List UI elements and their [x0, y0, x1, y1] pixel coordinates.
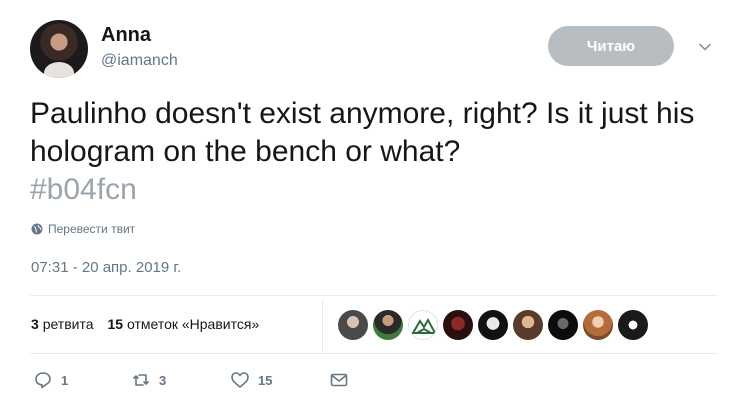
stats-separator [322, 300, 323, 352]
tweet-stats: 3 ретвита 15 отметок «Нравится» [31, 316, 259, 332]
author-name[interactable]: Anna [101, 24, 151, 47]
tweet-body: Paulinho doesn't exist anymore, right? I… [30, 97, 695, 168]
reply-button[interactable]: 1 [33, 370, 131, 390]
likes-count: 15 [107, 316, 124, 332]
retweets-stat[interactable]: 3 ретвита [31, 316, 94, 332]
message-icon [330, 373, 348, 387]
tweet-timestamp[interactable]: 07:31 - 20 апр. 2019 г. [31, 259, 181, 276]
retweet-icon [133, 374, 149, 386]
retweets-count: 3 [31, 316, 39, 332]
like-button[interactable]: 15 [230, 370, 329, 390]
liker-avatar[interactable] [338, 310, 368, 340]
hashtag-link[interactable]: #b04fcn [30, 171, 710, 209]
reply-count: 1 [61, 372, 69, 388]
like-count: 15 [258, 372, 273, 388]
liker-avatar[interactable] [478, 310, 508, 340]
liker-avatar[interactable] [618, 310, 648, 340]
direct-message-button[interactable] [329, 370, 349, 390]
divider-bottom [30, 353, 718, 354]
following-button[interactable]: Читаю [548, 26, 674, 66]
author-avatar[interactable] [30, 20, 88, 78]
liker-avatar[interactable] [443, 310, 473, 340]
retweet-button[interactable]: 3 [131, 370, 230, 390]
liker-avatar[interactable] [583, 310, 613, 340]
likes-stat[interactable]: 15 отметок «Нравится» [108, 316, 260, 332]
liker-avatar[interactable] [373, 310, 403, 340]
chevron-down-icon[interactable] [698, 40, 712, 54]
likers-avatars [338, 310, 648, 340]
liker-avatar[interactable] [548, 310, 578, 340]
retweet-count: 3 [159, 372, 167, 388]
reply-icon [35, 372, 51, 389]
author-handle[interactable]: @iamanch [101, 52, 178, 70]
translate-label[interactable]: Перевести твит [48, 222, 135, 236]
tweet-text: Paulinho doesn't exist anymore, right? I… [30, 95, 710, 209]
liker-avatar[interactable] [513, 310, 543, 340]
retweets-label: ретвита [42, 316, 94, 332]
tweet-actions: 1 3 15 [33, 370, 349, 390]
liker-avatar[interactable] [408, 310, 438, 340]
heart-icon [231, 372, 249, 388]
divider-top [30, 295, 718, 296]
globe-icon [31, 223, 43, 235]
likes-label: отметок «Нравится» [126, 316, 260, 332]
translate-tweet-link[interactable]: Перевести твит [31, 222, 135, 236]
